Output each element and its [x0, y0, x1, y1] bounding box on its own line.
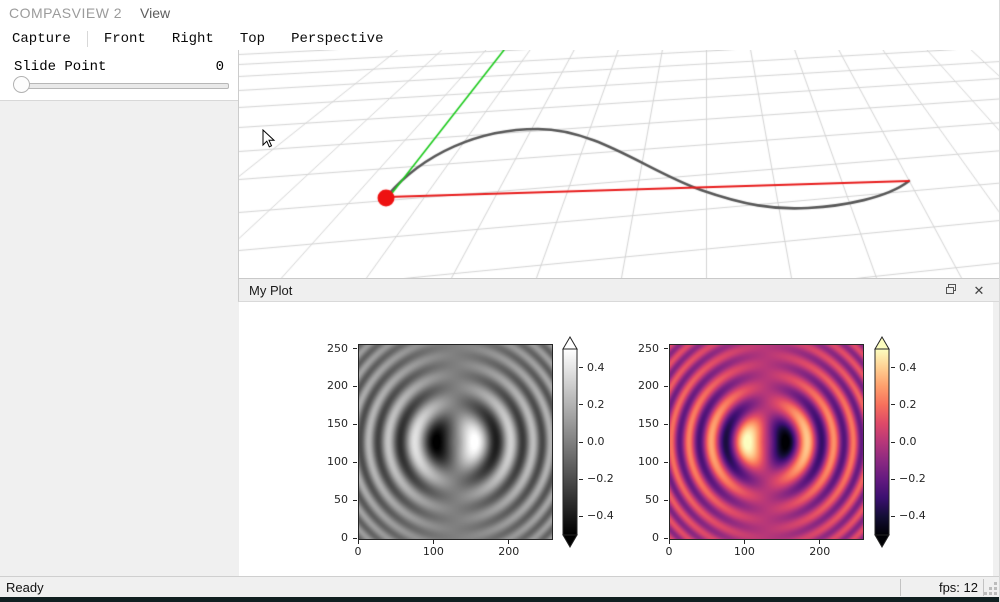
colorbar-tick-mark [579, 442, 583, 443]
colorbar-tick-label: 0.0 [587, 435, 605, 449]
y-tick-label: 50 [627, 493, 659, 507]
menu-view[interactable]: View [140, 5, 170, 21]
x-tick-mark [819, 540, 820, 544]
resize-grip-icon[interactable] [994, 592, 997, 595]
perspective-view-button[interactable]: Perspective [289, 31, 385, 47]
slide-point-label: Slide Point [14, 59, 106, 75]
heatmap-magma [669, 344, 864, 540]
y-tick-label: 100 [316, 455, 348, 469]
colorbar-tick-label: 0.4 [587, 361, 605, 375]
y-tick-label: 0 [316, 531, 348, 545]
y-tick-mark [664, 348, 668, 349]
x-tick-mark [358, 540, 359, 544]
dock-title: My Plot [249, 283, 292, 298]
colorbar-tick-mark [891, 479, 895, 480]
y-tick-mark [353, 538, 357, 539]
y-tick-mark [664, 500, 668, 501]
x-tick-label: 0 [338, 545, 378, 559]
toolbar: Capture Front Right Top Perspective [0, 27, 1000, 51]
x-tick-label: 100 [413, 545, 453, 559]
y-tick-mark [353, 348, 357, 349]
capture-button[interactable]: Capture [10, 31, 73, 47]
dock-float-icon[interactable] [942, 282, 960, 300]
colorbar-tick-mark [579, 367, 583, 368]
slide-point-slider-handle[interactable] [13, 76, 30, 93]
colorbar-tick-mark [891, 516, 895, 517]
colorbar-tick-label: −0.4 [587, 509, 614, 523]
fps-counter: fps: 12 [939, 580, 978, 595]
y-tick-label: 50 [316, 493, 348, 507]
colorbar-tick-label: 0.2 [899, 398, 917, 412]
menubar: COMPASVIEW 2 View [0, 0, 1000, 27]
application-window: COMPASVIEW 2 View Capture Front Right To… [0, 0, 1000, 602]
colorbar-tick-mark [891, 367, 895, 368]
y-tick-mark [353, 462, 357, 463]
colorbar-tick-label: 0.4 [899, 361, 917, 375]
slide-point-value: 0 [216, 59, 224, 75]
y-tick-label: 150 [627, 417, 659, 431]
colorbar-tick-mark [579, 516, 583, 517]
y-tick-label: 0 [627, 531, 659, 545]
right-view-button[interactable]: Right [170, 31, 216, 47]
colorbar-tick-label: −0.4 [899, 509, 926, 523]
slide-point-slider-groove[interactable] [17, 83, 229, 89]
x-tick-mark [669, 540, 670, 544]
x-tick-mark [508, 540, 509, 544]
front-view-button[interactable]: Front [102, 31, 148, 47]
y-tick-mark [353, 500, 357, 501]
statusbar-separator [900, 579, 901, 596]
y-tick-label: 100 [627, 455, 659, 469]
y-tick-mark [664, 386, 668, 387]
toolbar-separator [87, 31, 88, 47]
y-tick-label: 250 [627, 342, 659, 356]
y-tick-mark [353, 424, 357, 425]
colorbar [562, 336, 578, 548]
resize-grip-icon[interactable] [989, 587, 992, 590]
x-tick-label: 200 [489, 545, 529, 559]
colorbar [874, 336, 890, 548]
x-tick-mark [433, 540, 434, 544]
sidebar: Slide Point 0 [0, 50, 238, 576]
colorbar-tick-mark [579, 479, 583, 480]
resize-grip-icon[interactable] [984, 592, 987, 595]
dock-close-icon[interactable]: ✕ [970, 282, 988, 300]
y-tick-mark [664, 462, 668, 463]
colorbar-tick-label: −0.2 [899, 472, 926, 486]
y-tick-label: 150 [316, 417, 348, 431]
y-tick-label: 200 [316, 379, 348, 393]
y-tick-mark [664, 424, 668, 425]
heatmap-gray [358, 344, 553, 540]
dock-titlebar[interactable]: My Plot ✕ [238, 278, 1000, 302]
colorbar-tick-mark [579, 404, 583, 405]
colorbar-tick-mark [891, 404, 895, 405]
x-tick-label: 0 [649, 545, 689, 559]
colorbar-tick-label: 0.0 [899, 435, 917, 449]
x-tick-mark [744, 540, 745, 544]
x-tick-label: 100 [724, 545, 764, 559]
x-tick-label: 200 [800, 545, 840, 559]
statusbar: Ready fps: 12 [0, 576, 1000, 597]
y-tick-label: 200 [627, 379, 659, 393]
resize-grip-icon[interactable] [994, 582, 997, 585]
resize-grip-icon[interactable] [994, 587, 997, 590]
colorbar-tick-label: 0.2 [587, 398, 605, 412]
y-tick-label: 250 [316, 342, 348, 356]
app-title: COMPASVIEW 2 [9, 5, 122, 21]
y-tick-mark [353, 386, 357, 387]
colorbar-tick-mark [891, 442, 895, 443]
taskbar-edge [0, 597, 1000, 602]
resize-grip-icon[interactable] [989, 592, 992, 595]
top-view-button[interactable]: Top [238, 31, 267, 47]
colorbar-tick-label: −0.2 [587, 472, 614, 486]
slide-point-panel: Slide Point 0 [0, 50, 238, 101]
viewport-3d-canvas[interactable] [239, 50, 1000, 278]
status-message: Ready [6, 580, 44, 595]
y-tick-mark [664, 538, 668, 539]
viewport-3d[interactable] [238, 50, 1000, 278]
